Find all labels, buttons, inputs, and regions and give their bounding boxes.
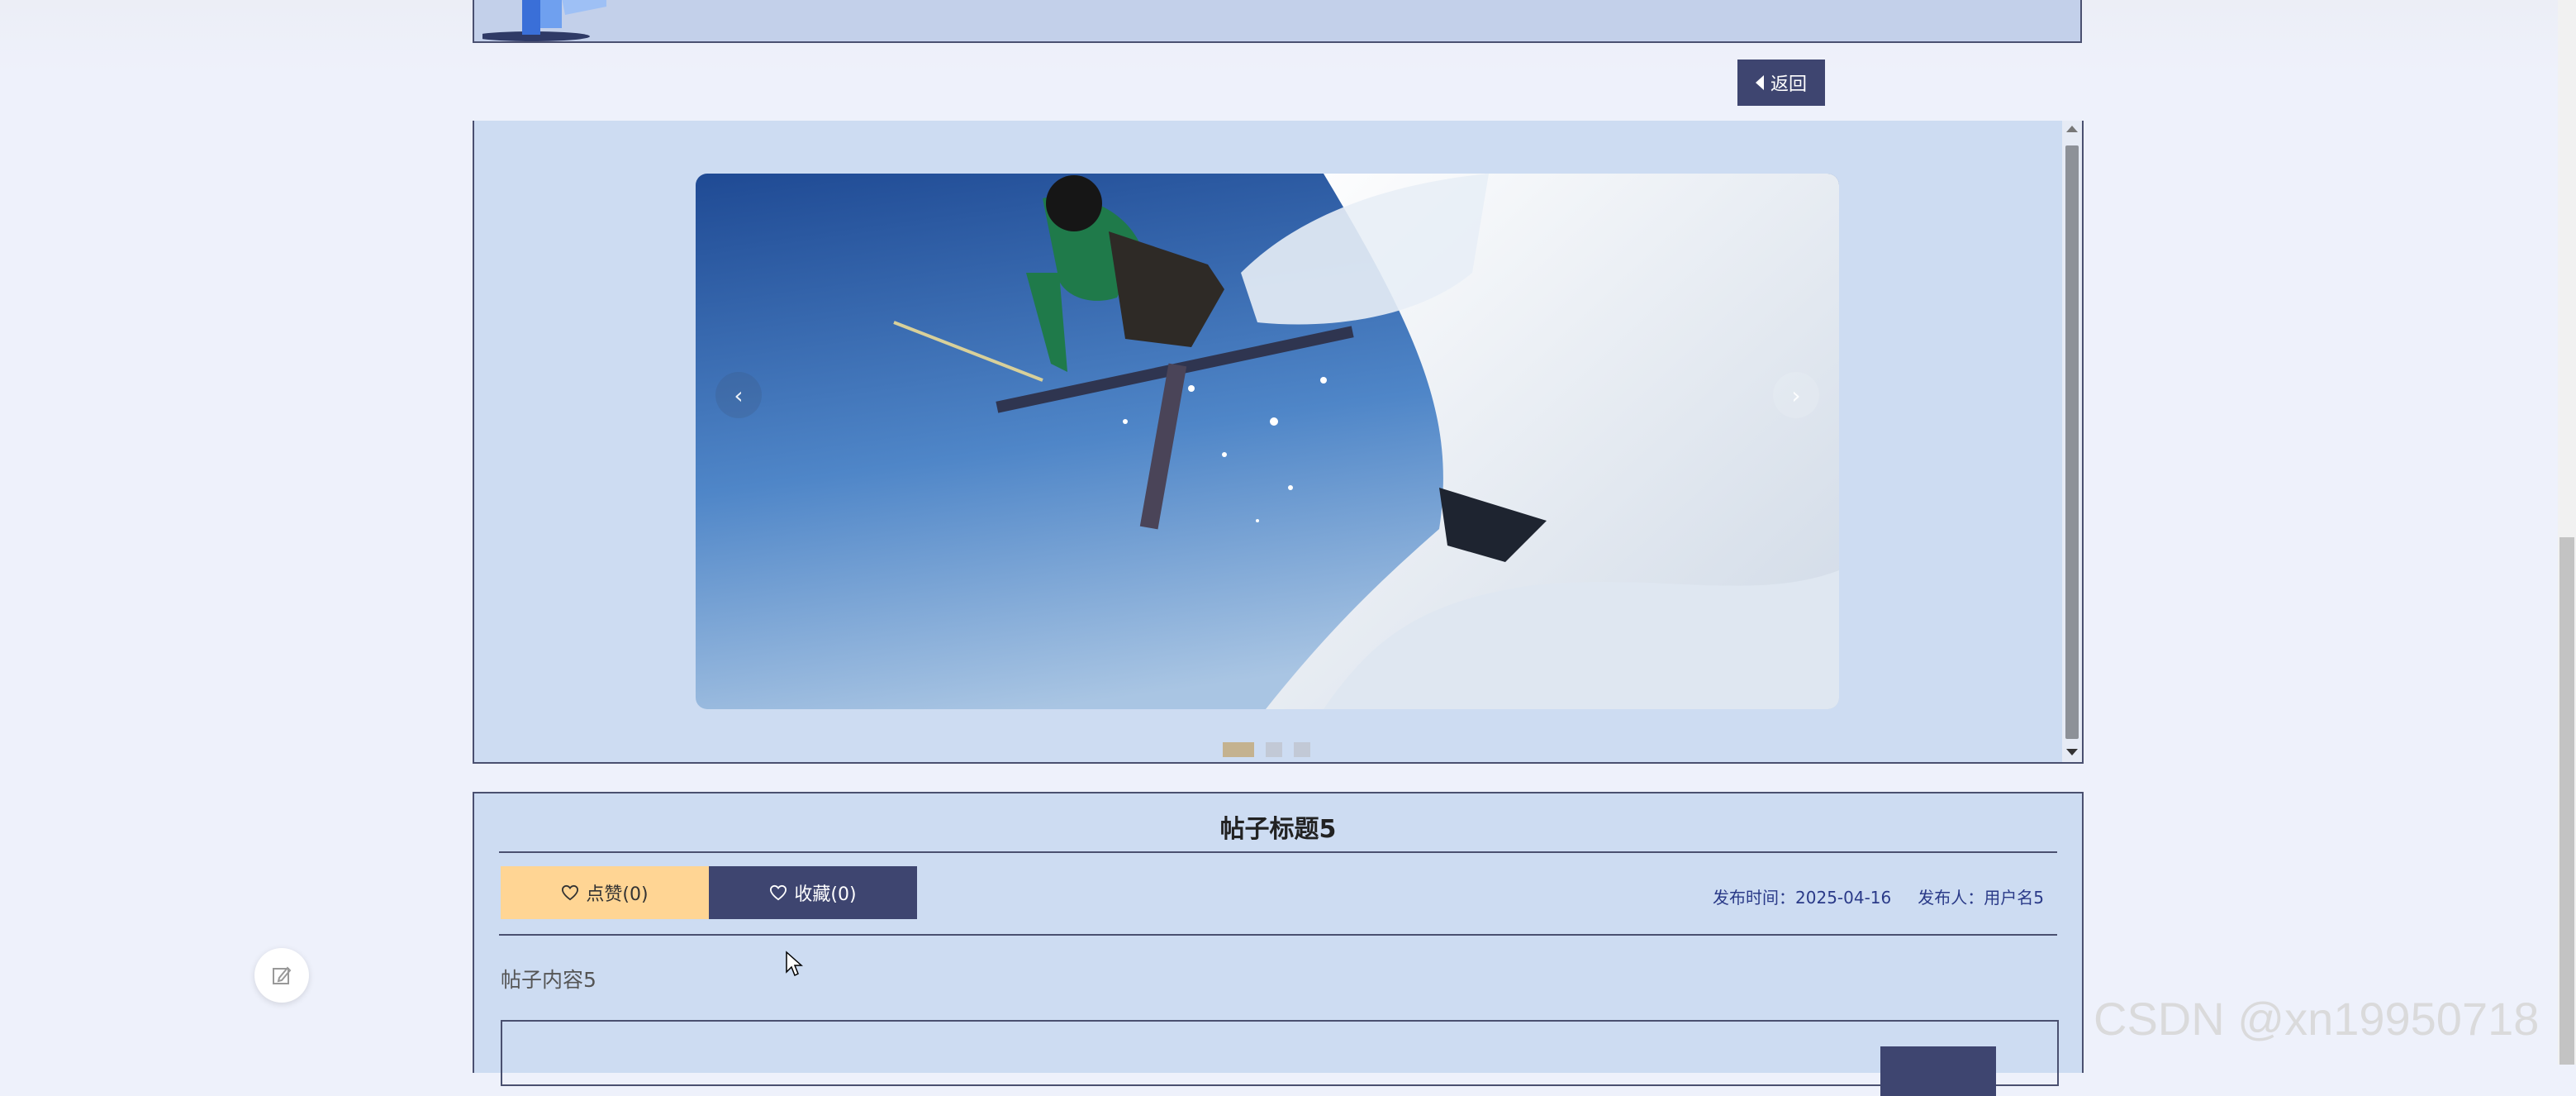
like-button-label: 点赞(0) — [586, 884, 649, 905]
edit-float-button[interactable] — [254, 948, 309, 1003]
publisher: 发布人：用户名5 — [1918, 888, 2044, 908]
caret-left-icon — [1755, 75, 1764, 90]
page-scrollbar-thumb[interactable] — [2559, 537, 2574, 1065]
mouse-cursor-icon — [786, 951, 803, 977]
meta-divider — [499, 934, 2057, 936]
heart-icon — [562, 884, 579, 901]
comment-section — [501, 1020, 2059, 1096]
carousel-next-button[interactable]: › — [1773, 372, 1819, 418]
carousel-scrollbar[interactable] — [2062, 121, 2082, 762]
favorite-button[interactable]: 收藏(0) — [709, 866, 917, 919]
heart-icon — [770, 884, 787, 901]
carousel-indicators — [1223, 742, 1310, 757]
publish-time: 发布时间：2025-04-16 — [1713, 888, 1892, 908]
carousel-indicator-3[interactable] — [1294, 742, 1310, 757]
like-button[interactable]: 点赞(0) — [501, 866, 709, 919]
comment-submit-button[interactable] — [1880, 1046, 1996, 1096]
back-button[interactable]: 返回 — [1737, 60, 1825, 106]
carousel-indicator-2[interactable] — [1266, 742, 1282, 757]
post-meta: 发布时间：2025-04-16 发布人：用户名5 — [1713, 884, 2044, 908]
carousel-prev-button[interactable]: ‹ — [715, 372, 762, 418]
scroll-down-arrow-icon[interactable] — [2066, 749, 2078, 755]
title-divider — [499, 851, 2057, 853]
back-button-label: 返回 — [1770, 74, 1807, 95]
edit-icon — [273, 966, 292, 984]
watermark-text: CSDN @xn19950718 — [2094, 993, 2540, 1045]
post-detail-panel: 帖子标题5 点赞(0) 收藏(0) 发布时间：2025-04-16 发布人：用户… — [473, 792, 2084, 1096]
page-scrollbar[interactable] — [2558, 0, 2576, 1065]
image-carousel: ‹ › — [473, 121, 2084, 764]
scrollbar-thumb[interactable] — [2065, 145, 2079, 739]
carousel-indicator-1[interactable] — [1223, 742, 1254, 757]
post-title: 帖子标题5 — [1219, 815, 1337, 844]
carousel-slide-image: ‹ › — [696, 174, 1839, 709]
site-header — [473, 0, 2082, 43]
favorite-button-label: 收藏(0) — [794, 884, 857, 905]
scroll-up-arrow-icon[interactable] — [2066, 126, 2078, 132]
post-content: 帖子内容5 — [501, 968, 596, 992]
site-logo — [482, 0, 606, 41]
